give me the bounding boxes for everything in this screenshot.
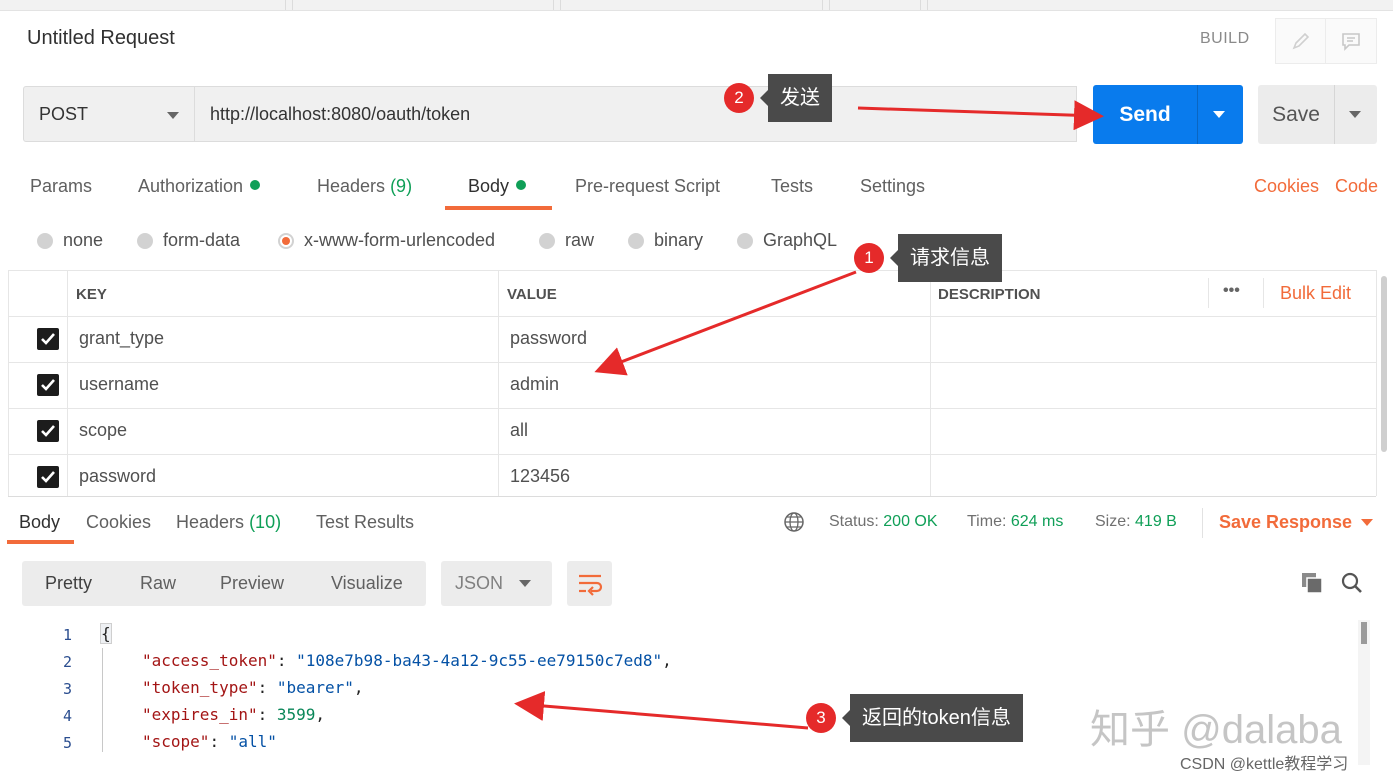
annotation-arrows xyxy=(0,0,1393,779)
annotation-badge-1: 1 xyxy=(854,243,884,273)
annotation-callout-send: 发送 xyxy=(768,74,832,122)
zhihu-watermark: 知乎 @dalaba xyxy=(1090,697,1342,755)
annotation-callout-token-info: 返回的token信息 xyxy=(850,694,1023,742)
annotation-callout-request-info: 请求信息 xyxy=(898,234,1002,282)
annotation-badge-2: 2 xyxy=(724,83,754,113)
csdn-watermark: CSDN @kettle教程学习 xyxy=(1180,750,1348,774)
annotation-badge-3: 3 xyxy=(806,703,836,733)
